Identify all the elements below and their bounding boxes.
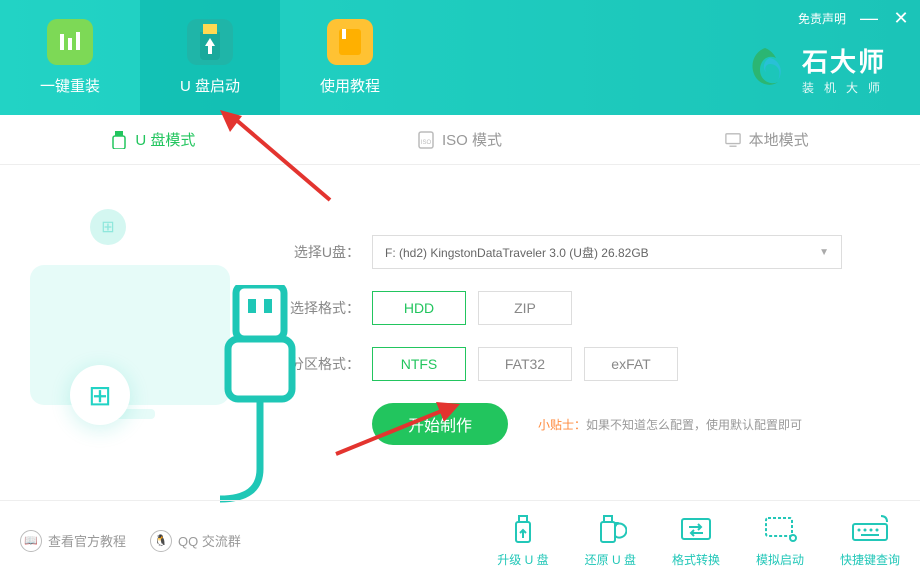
windows-icon: ⊞ <box>90 209 126 245</box>
tab-label: U 盘模式 <box>135 129 195 150</box>
tab-local-mode[interactable]: 本地模式 <box>613 115 920 164</box>
usb-cable-icon <box>220 285 300 505</box>
mode-tabs: U 盘模式 ISO ISO 模式 本地模式 <box>0 115 920 165</box>
monitor-graphic <box>30 265 230 405</box>
nav-reinstall[interactable]: 一键重装 <box>0 0 140 115</box>
disk-value: F: (hd2) KingstonDataTraveler 3.0 (U盘) 2… <box>385 244 649 261</box>
partition-option-ntfs[interactable]: NTFS <box>372 347 466 381</box>
disk-label: 选择U盘： <box>290 242 360 262</box>
tab-label: ISO 模式 <box>442 129 502 150</box>
tool-label: 快捷键查询 <box>840 551 900 568</box>
restore-usb-icon <box>590 513 630 545</box>
chevron-down-icon: ▼ <box>819 247 829 258</box>
tab-iso-mode[interactable]: ISO ISO 模式 <box>307 115 614 164</box>
tip-text: 小贴士：如果不知道怎么配置，使用默认配置即可 <box>538 416 802 433</box>
format-label: 选择格式： <box>290 298 360 318</box>
reinstall-icon <box>47 19 93 65</box>
header: 一键重装 U 盘启动 使用教程 免责声明 — ✕ 石大师 装机大师 <box>0 0 920 115</box>
convert-icon <box>676 513 716 545</box>
format-option-hdd[interactable]: HDD <box>372 291 466 325</box>
footer: 📖 查看官方教程 🐧 QQ 交流群 升级 U 盘 还原 U 盘 格式转换 模拟启… <box>0 500 920 580</box>
qq-icon: 🐧 <box>150 530 172 552</box>
tool-label: 格式转换 <box>672 551 720 568</box>
brand-title: 石大师 <box>802 42 890 79</box>
brand: 石大师 装机大师 <box>740 42 890 96</box>
illustration: ⊞ ⊞ <box>30 195 290 475</box>
tool-label: 升级 U 盘 <box>497 551 548 568</box>
tool-hotkey-query[interactable]: 快捷键查询 <box>840 513 900 568</box>
nav-label: U 盘启动 <box>180 75 240 96</box>
main-content: ⊞ ⊞ 选择U盘： F: (hd2) KingstonDataTraveler … <box>0 165 920 475</box>
nav-usb-boot[interactable]: U 盘启动 <box>140 0 280 115</box>
qq-group-link[interactable]: 🐧 QQ 交流群 <box>150 530 241 552</box>
disclaimer-link[interactable]: 免责声明 <box>798 10 846 27</box>
simulate-icon <box>760 513 800 545</box>
windows-badge-icon: ⊞ <box>70 365 130 425</box>
usb-boot-icon <box>187 19 233 65</box>
monitor-icon <box>725 131 741 149</box>
keyboard-icon <box>850 513 890 545</box>
official-tutorial-link[interactable]: 📖 查看官方教程 <box>20 530 126 552</box>
tab-label: 本地模式 <box>749 129 809 150</box>
disk-select[interactable]: F: (hd2) KingstonDataTraveler 3.0 (U盘) 2… <box>372 235 842 269</box>
partition-option-fat32[interactable]: FAT32 <box>478 347 572 381</box>
tool-label: 还原 U 盘 <box>585 551 636 568</box>
link-label: 查看官方教程 <box>48 531 126 550</box>
window-controls: 免责声明 — ✕ <box>798 8 910 29</box>
svg-text:ISO: ISO <box>421 140 432 146</box>
partition-label: 分区格式： <box>290 354 360 374</box>
brand-logo-icon <box>740 44 790 94</box>
link-label: QQ 交流群 <box>178 531 241 550</box>
iso-icon: ISO <box>418 131 434 149</box>
tool-label: 模拟启动 <box>756 551 804 568</box>
brand-subtitle: 装机大师 <box>802 79 890 96</box>
minimize-button[interactable]: — <box>860 8 878 29</box>
tool-upgrade-usb[interactable]: 升级 U 盘 <box>497 513 548 568</box>
annotation-arrow-2 <box>330 400 460 460</box>
format-option-zip[interactable]: ZIP <box>478 291 572 325</box>
tool-simulate-boot[interactable]: 模拟启动 <box>756 513 804 568</box>
tool-format-convert[interactable]: 格式转换 <box>672 513 720 568</box>
tool-restore-usb[interactable]: 还原 U 盘 <box>585 513 636 568</box>
usb-icon <box>111 131 127 149</box>
tutorial-icon <box>327 19 373 65</box>
nav-tutorial[interactable]: 使用教程 <box>280 0 420 115</box>
upgrade-usb-icon <box>503 513 543 545</box>
annotation-arrow-1 <box>220 110 340 210</box>
tip-label: 小贴士： <box>538 418 586 432</box>
close-button[interactable]: ✕ <box>892 8 910 29</box>
nav-label: 一键重装 <box>40 75 100 96</box>
nav-label: 使用教程 <box>320 75 380 96</box>
partition-option-exfat[interactable]: exFAT <box>584 347 678 381</box>
book-icon: 📖 <box>20 530 42 552</box>
